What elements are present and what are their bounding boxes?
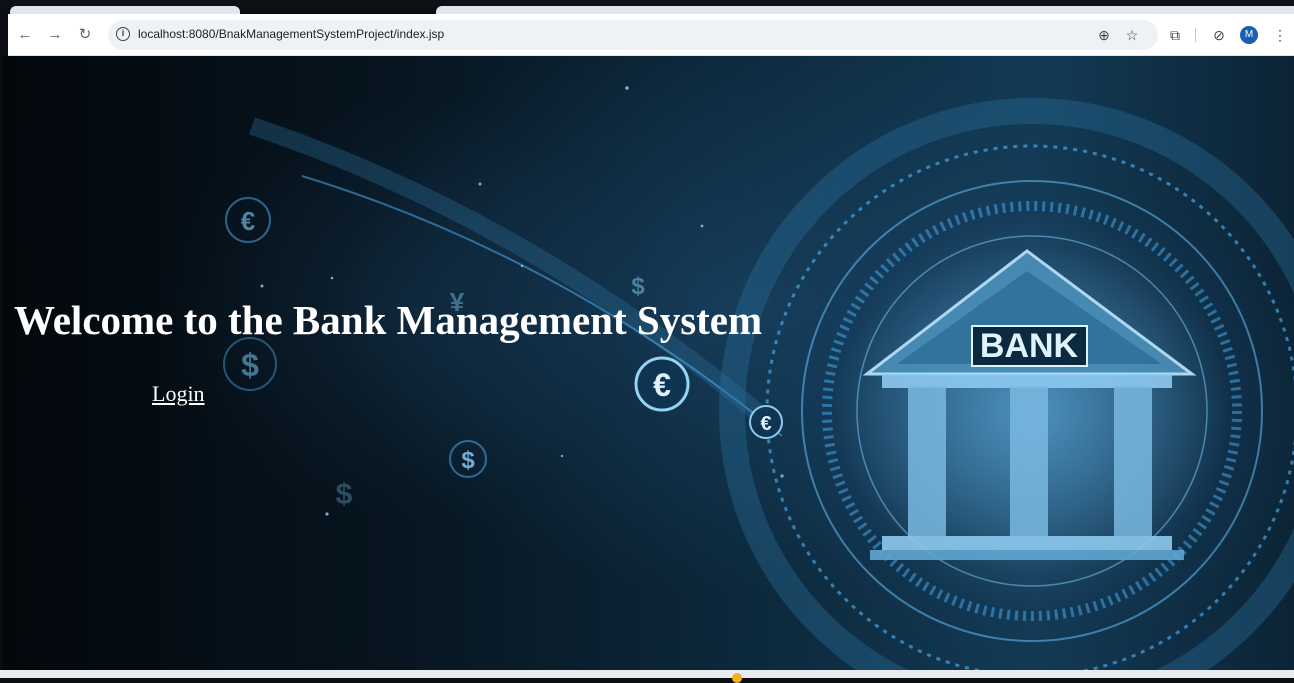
taskbar-app-icon[interactable] [732, 673, 742, 683]
menu-icon[interactable]: ⋮ [1269, 24, 1291, 46]
url-text[interactable]: localhost:8080/BnakManagementSystemProje… [138, 27, 444, 41]
toolbar-divider [1195, 28, 1196, 42]
login-link[interactable]: Login [152, 381, 205, 407]
page-title: Welcome to the Bank Management System [14, 297, 763, 343]
dollar-icon: $ [461, 447, 475, 474]
euro-icon: € [760, 413, 771, 435]
page-content: BANK € $ ¥ $ € € $ $ Welcome to the Bank… [2, 56, 1294, 670]
site-info-icon[interactable]: i [116, 27, 130, 41]
dollar-icon: $ [336, 478, 353, 511]
bank-background-image: BANK € $ ¥ $ € € $ $ [223, 86, 1294, 670]
euro-icon: € [241, 206, 255, 236]
avatar[interactable]: M [1240, 26, 1258, 44]
bank-sign-text: BANK [980, 327, 1079, 365]
sync-icon[interactable]: ⊘ [1208, 24, 1230, 46]
zoom-icon[interactable]: ⊕ [1094, 25, 1114, 45]
taskbar-strip [0, 670, 1294, 678]
address-bar[interactable]: i localhost:8080/BnakManagementSystemPro… [108, 20, 1158, 50]
back-icon[interactable]: ← [14, 24, 36, 46]
forward-icon[interactable]: → [44, 24, 66, 46]
extensions-icon[interactable]: ⧉ [1164, 24, 1186, 46]
dollar-icon: $ [241, 347, 259, 383]
bookmark-star-icon[interactable]: ☆ [1122, 25, 1142, 45]
browser-toolbar: ← → ↻ i localhost:8080/BnakManagementSys… [8, 14, 1294, 56]
reload-icon[interactable]: ↻ [74, 24, 96, 46]
euro-icon: € [653, 367, 671, 403]
